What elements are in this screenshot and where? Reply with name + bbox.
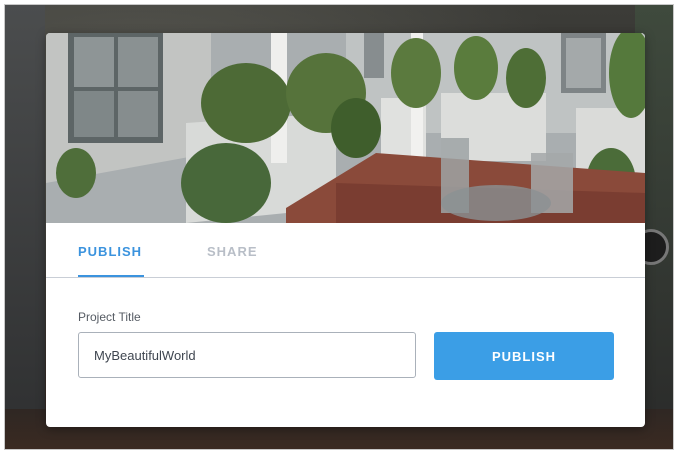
background-scene: PUBLISH SHARE Project Title PUBLISH [4, 4, 674, 450]
project-title-label: Project Title [78, 310, 141, 324]
active-tab-indicator [78, 275, 144, 277]
tab-publish[interactable]: PUBLISH [78, 244, 142, 259]
patio-image [46, 33, 645, 223]
project-title-input[interactable] [78, 332, 416, 378]
publish-dialog: PUBLISH SHARE Project Title PUBLISH [46, 33, 645, 427]
publish-button[interactable]: PUBLISH [434, 332, 614, 380]
scene-thumbnail [46, 33, 645, 223]
tab-bar: PUBLISH SHARE [46, 223, 645, 278]
tab-share[interactable]: SHARE [207, 244, 258, 259]
background-wall [5, 5, 45, 449]
